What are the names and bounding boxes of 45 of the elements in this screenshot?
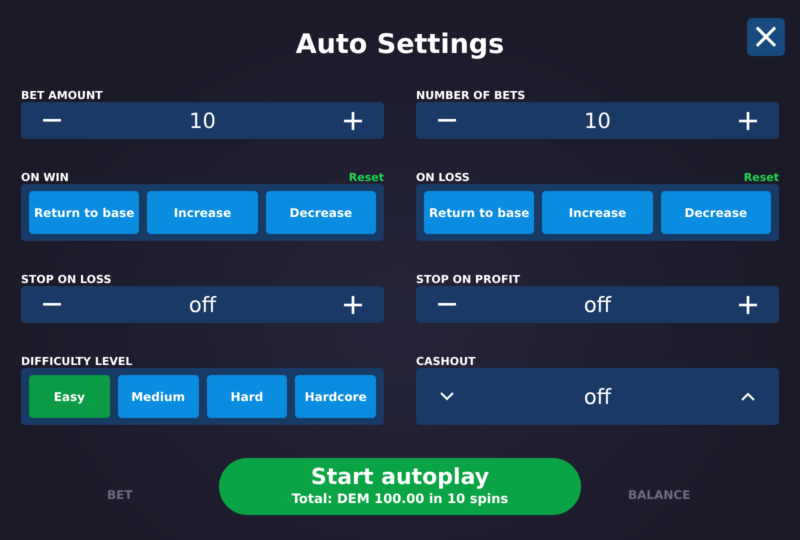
- option-button[interactable]: Decrease: [660, 191, 771, 234]
- select-value: off: [582, 384, 612, 408]
- option-button[interactable]: Medium: [118, 375, 198, 418]
- option-button[interactable]: Return to base: [424, 191, 534, 234]
- background-label: BALANCE: [628, 488, 690, 502]
- setting-label: CASHOUT: [416, 356, 476, 368]
- option-button[interactable]: Hardcore: [295, 375, 376, 418]
- dialog-title: Auto Settings: [296, 28, 504, 62]
- setting-label: BET AMOUNT: [21, 90, 103, 102]
- setting-label: ON LOSS: [416, 172, 470, 184]
- stepper-field[interactable]: off: [21, 286, 384, 323]
- minus-icon: [43, 119, 61, 122]
- option-button[interactable]: Increase: [542, 191, 653, 234]
- chevron-up-icon: [741, 392, 755, 401]
- plus-icon: [739, 296, 757, 314]
- option-button[interactable]: Decrease: [266, 191, 376, 234]
- option-button[interactable]: Increase: [147, 191, 258, 234]
- setting-label: DIFFICULTY LEVEL: [21, 356, 132, 368]
- minus-icon: [438, 303, 456, 306]
- stepper-field[interactable]: off: [416, 286, 779, 323]
- option-button[interactable]: Hard: [206, 375, 288, 418]
- stepper-value: off: [188, 292, 218, 316]
- setting-label: STOP ON PROFIT: [416, 274, 520, 286]
- minus-icon: [43, 303, 61, 306]
- cashout-select[interactable]: off: [416, 368, 779, 425]
- reset-link[interactable]: Reset: [744, 172, 779, 184]
- reset-link[interactable]: Reset: [348, 172, 384, 184]
- background-label: BET: [107, 488, 133, 502]
- option-button[interactable]: Return to base: [29, 191, 140, 234]
- stepper-field[interactable]: 10: [21, 102, 384, 139]
- plus-icon: [344, 296, 362, 314]
- setting-label: NUMBER OF BETS: [416, 90, 526, 102]
- close-button[interactable]: ×: [747, 18, 785, 56]
- setting-label: ON WIN: [21, 172, 69, 184]
- start-autoplay-button[interactable]: Start autoplay Total: DEM 100.00 in 10 spins: [219, 458, 581, 515]
- setting-label: STOP ON LOSS: [21, 274, 112, 286]
- minus-icon: [438, 119, 456, 122]
- stepper-value: off: [582, 292, 612, 316]
- plus-icon: [739, 112, 757, 130]
- stepper-field[interactable]: 10: [416, 102, 779, 139]
- plus-icon: [344, 112, 362, 130]
- option-button[interactable]: Easy: [29, 375, 110, 418]
- stepper-value: 10: [188, 108, 217, 132]
- chevron-down-icon: [440, 392, 454, 401]
- stepper-value: 10: [583, 108, 612, 132]
